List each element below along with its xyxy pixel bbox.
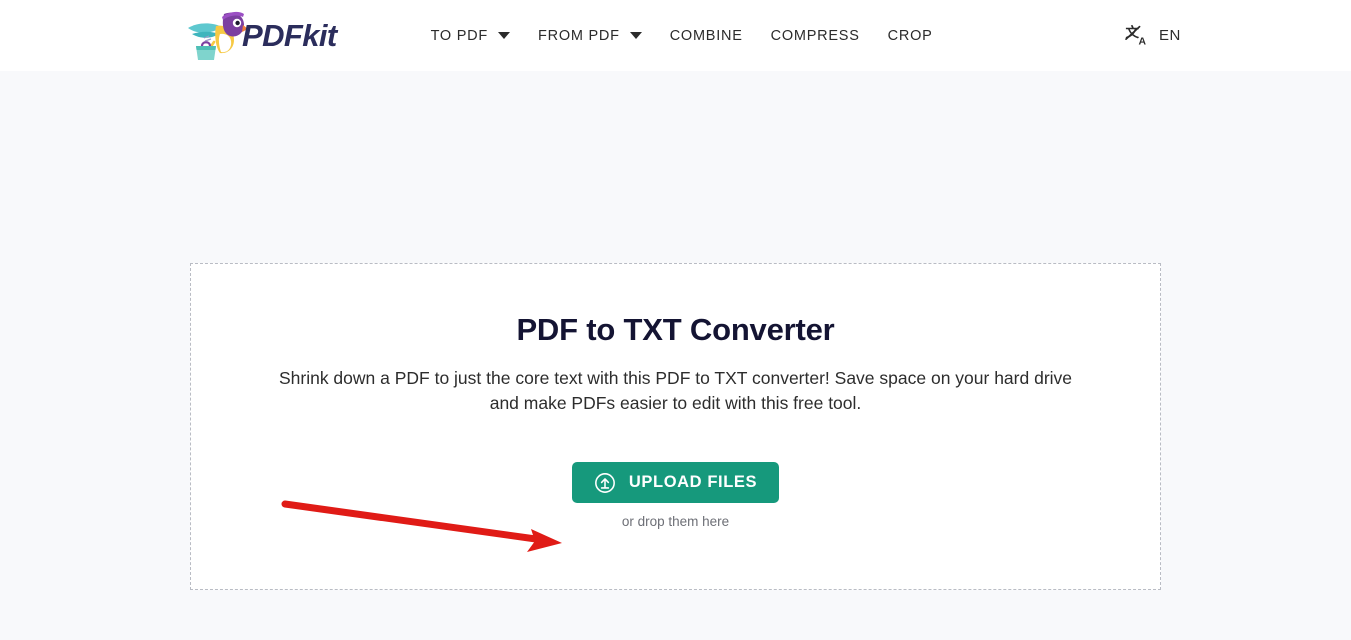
- nav-item-label: CROP: [887, 27, 933, 44]
- nav-item-label: COMPRESS: [770, 27, 860, 44]
- nav-item-to-pdf[interactable]: TO PDF: [417, 28, 524, 44]
- site-header: PDFkit TO PDF FROM PDF COMBINE COMPRESS …: [0, 0, 1351, 71]
- translate-icon: 文 A: [1125, 24, 1146, 47]
- file-dropzone[interactable]: PDF to TXT Converter Shrink down a PDF t…: [190, 263, 1161, 590]
- bird-logo-icon: [188, 11, 248, 60]
- nav-item-label: FROM PDF: [537, 27, 620, 44]
- nav-item-combine[interactable]: COMBINE: [656, 28, 757, 44]
- svg-text:A: A: [1138, 36, 1146, 47]
- upload-files-button[interactable]: UPLOAD FILES: [571, 462, 780, 503]
- drop-hint-text: or drop them here: [621, 514, 730, 529]
- upload-circle-arrow-icon: [594, 472, 615, 493]
- logo[interactable]: PDFkit: [186, 6, 337, 66]
- chevron-down-icon: [497, 32, 510, 39]
- main-content: PDF to TXT Converter Shrink down a PDF t…: [0, 71, 1351, 640]
- nav-item-compress[interactable]: COMPRESS: [757, 28, 874, 44]
- nav-item-crop[interactable]: CROP: [874, 28, 947, 44]
- page-description: Shrink down a PDF to just the core text …: [278, 368, 1073, 413]
- upload-button-label: UPLOAD FILES: [628, 473, 758, 491]
- language-label: EN: [1158, 27, 1181, 44]
- main-navigation: TO PDF FROM PDF COMBINE COMPRESS CROP: [417, 28, 947, 44]
- nav-item-label: COMBINE: [669, 27, 743, 44]
- chevron-down-icon: [629, 32, 642, 39]
- language-selector[interactable]: 文 A EN: [1125, 23, 1181, 48]
- page-title: PDF to TXT Converter: [516, 312, 835, 347]
- nav-item-label: TO PDF: [430, 27, 488, 44]
- logo-text: PDFkit: [242, 17, 337, 53]
- nav-item-from-pdf[interactable]: FROM PDF: [524, 28, 656, 44]
